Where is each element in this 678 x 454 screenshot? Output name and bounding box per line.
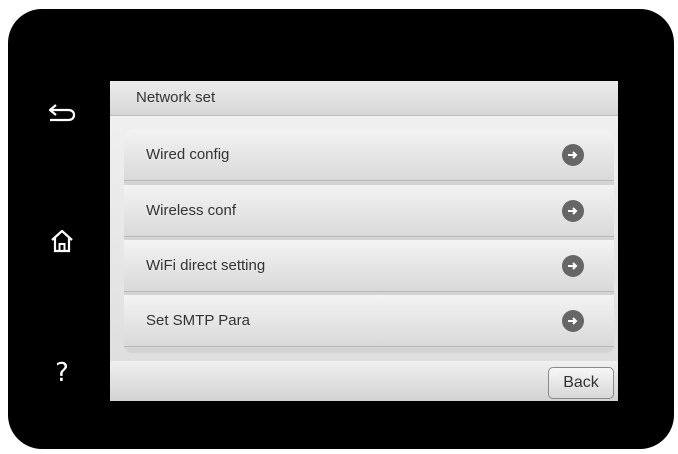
arrow-right-icon (562, 144, 584, 166)
menu-item-label: Wireless conf (146, 202, 237, 219)
title-bar: Network set (110, 81, 618, 116)
arrow-right-icon (562, 200, 584, 222)
menu-item-label: Wired config (146, 146, 230, 163)
menu-item-wireless-conf[interactable]: Wireless conf (124, 185, 614, 237)
menu-item-wifi-direct-setting[interactable]: WiFi direct setting (124, 240, 614, 292)
arrow-right-icon (562, 310, 584, 332)
home-icon (49, 228, 75, 254)
printer-control-panel: ? Network set Wired config Wireless conf… (8, 9, 674, 449)
page-title: Network set (136, 89, 216, 106)
arrow-right-icon (562, 255, 584, 277)
menu-list: Wired config Wireless conf WiFi direct s… (124, 129, 614, 353)
bottom-bar: Back (110, 361, 618, 401)
back-arrow-button[interactable] (42, 93, 82, 133)
back-arrow-icon (46, 102, 78, 124)
menu-item-label: WiFi direct setting (146, 257, 266, 274)
menu-item-wired-config[interactable]: Wired config (124, 129, 614, 181)
menu-item-label: Set SMTP Para (146, 312, 250, 329)
help-icon: ? (55, 358, 69, 388)
home-button[interactable] (42, 221, 82, 261)
back-button[interactable]: Back (548, 367, 614, 399)
touch-screen: Network set Wired config Wireless conf W… (110, 81, 618, 401)
help-button[interactable]: ? (42, 353, 82, 393)
menu-item-set-smtp-para[interactable]: Set SMTP Para (124, 295, 614, 347)
